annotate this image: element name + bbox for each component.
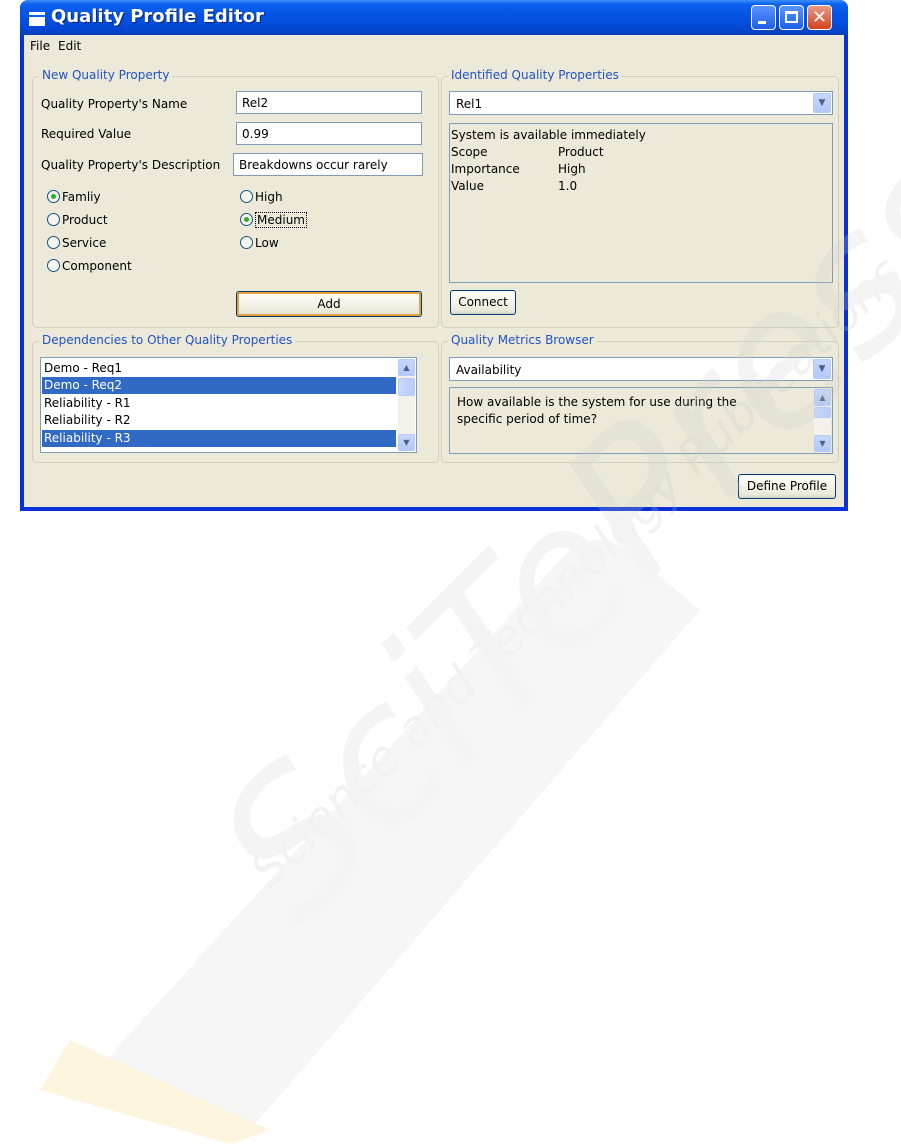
watermark: SciTePress Science and Technology Public… (40, 102, 901, 1144)
watermark-small-text: Science and Technology Publications (239, 245, 901, 898)
